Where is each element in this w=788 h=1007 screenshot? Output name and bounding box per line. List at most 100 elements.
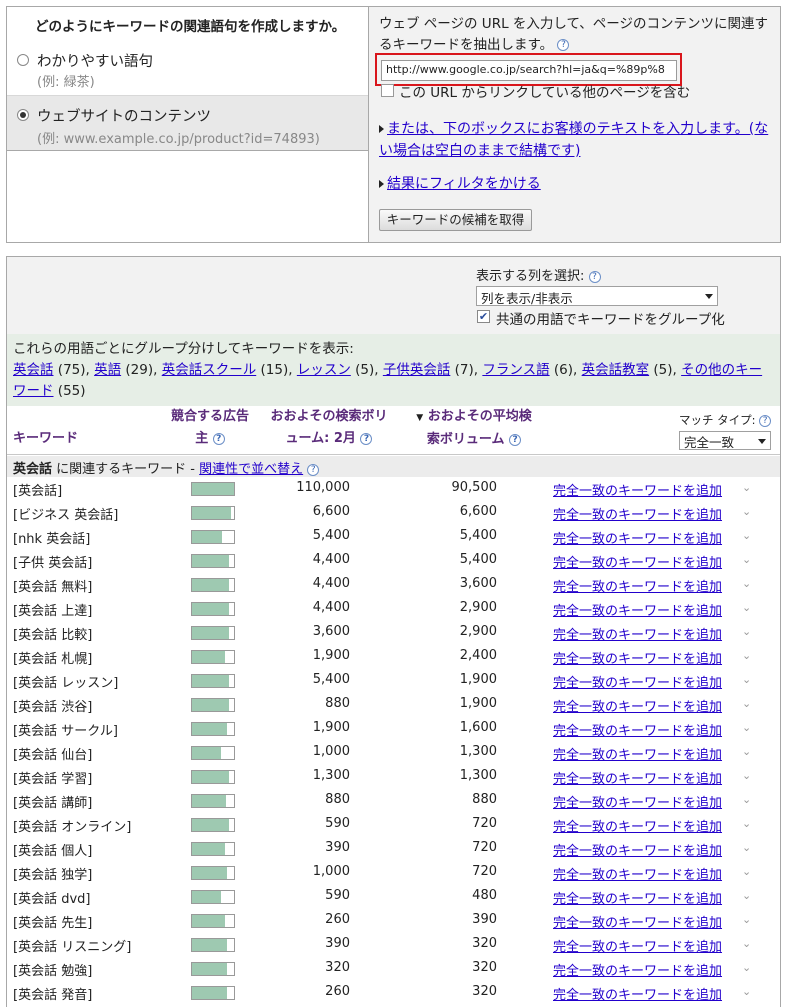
add-exact-keyword-link[interactable]: 完全一致のキーワードを追加 xyxy=(553,576,722,595)
add-exact-keyword-link[interactable]: 完全一致のキーワードを追加 xyxy=(553,792,722,811)
group-terms-list: 英会話 (75), 英語 (29), 英会話スクール (15), レッスン (5… xyxy=(13,362,763,399)
chevron-down-icon[interactable]: ⌄ xyxy=(742,625,751,638)
help-icon[interactable]: ? xyxy=(759,414,772,427)
group-term-link[interactable]: 英会話教室 xyxy=(582,362,650,378)
competition-bar-fill xyxy=(192,723,227,735)
sort-by-relevance-link[interactable]: 関連性で並べ替え xyxy=(199,462,303,477)
help-icon[interactable]: ? xyxy=(588,270,601,283)
url-input[interactable]: http://www.google.co.jp/search?hl=ja&q=%… xyxy=(381,60,677,81)
chevron-down-icon[interactable]: ⌄ xyxy=(742,721,751,734)
radio-descriptive-words[interactable] xyxy=(17,54,29,66)
option-website-content-label: ウェブサイトのコンテンツ xyxy=(37,109,211,125)
chevron-down-icon[interactable]: ⌄ xyxy=(742,865,751,878)
add-exact-keyword-link[interactable]: 完全一致のキーワードを追加 xyxy=(553,840,722,859)
add-exact-keyword-link[interactable]: 完全一致のキーワードを追加 xyxy=(553,984,722,1003)
add-exact-keyword-link[interactable]: 完全一致のキーワードを追加 xyxy=(553,696,722,715)
option-descriptive-words[interactable]: わかりやすい語句 (例: 緑茶) xyxy=(7,43,368,97)
chevron-down-icon[interactable]: ⌄ xyxy=(742,793,751,806)
competition-bar-fill xyxy=(192,843,225,855)
chevron-down-icon[interactable]: ⌄ xyxy=(742,985,751,998)
add-exact-keyword-link[interactable]: 完全一致のキーワードを追加 xyxy=(553,600,722,619)
chevron-down-icon[interactable]: ⌄ xyxy=(742,505,751,518)
match-type-value: 完全一致 xyxy=(684,435,735,450)
add-exact-keyword-link[interactable]: 完全一致のキーワードを追加 xyxy=(553,528,722,547)
competition-column-header[interactable]: 競合する広告主 ? xyxy=(167,406,253,450)
columns-select[interactable]: 列を表示/非表示 xyxy=(476,286,718,306)
competition-bar xyxy=(191,578,235,592)
keyword-column-header[interactable]: キーワード xyxy=(13,428,93,450)
help-icon[interactable]: ? xyxy=(509,433,522,446)
group-term-link[interactable]: 子供英会話 xyxy=(383,362,451,378)
chevron-down-icon[interactable]: ⌄ xyxy=(742,769,751,782)
custom-text-link[interactable]: または、下のボックスにお客様のテキストを入力します。(ない場合は空白のままで結構… xyxy=(379,121,768,159)
match-type-select[interactable]: 完全一致 xyxy=(679,431,771,450)
keyword-cell: [英会話 無料] xyxy=(13,580,93,595)
chevron-down-icon[interactable]: ⌄ xyxy=(742,841,751,854)
competition-bar-fill xyxy=(192,555,229,567)
group-by-term-checkbox[interactable]: ✔ xyxy=(477,310,490,323)
group-term-link[interactable]: フランス語 xyxy=(482,362,549,378)
competition-bar-fill xyxy=(192,771,229,783)
chevron-down-icon[interactable]: ⌄ xyxy=(742,673,751,686)
add-exact-keyword-link[interactable]: 完全一致のキーワードを追加 xyxy=(553,816,722,835)
table-row: [英会話 無料] 4,400 3,600 完全一致のキーワードを追加 ⌄ xyxy=(7,573,780,597)
add-exact-keyword-link[interactable]: 完全一致のキーワードを追加 xyxy=(553,864,722,883)
help-icon[interactable]: ? xyxy=(557,39,570,51)
results-rows: [英会話] 110,000 90,500 完全一致のキーワードを追加 ⌄ [ビジネス 英会… xyxy=(7,477,780,1005)
global-volume-cell: 6,600 xyxy=(312,504,350,519)
local-volume-cell: 720 xyxy=(472,840,497,855)
add-exact-keyword-link[interactable]: 完全一致のキーワードを追加 xyxy=(553,504,722,523)
add-exact-keyword-link[interactable]: 完全一致のキーワードを追加 xyxy=(553,888,722,907)
chevron-down-icon[interactable]: ⌄ xyxy=(742,649,751,662)
group-term-link[interactable]: 英語 xyxy=(94,362,121,378)
chevron-down-icon[interactable]: ⌄ xyxy=(742,481,751,494)
include-linked-pages-checkbox[interactable] xyxy=(381,84,394,97)
add-exact-keyword-link[interactable]: 完全一致のキーワードを追加 xyxy=(553,768,722,787)
keyword-source-panel: どのようにキーワードの関連語句を作成しますか。 わかりやすい語句 (例: 緑茶)… xyxy=(6,6,781,243)
chevron-down-icon[interactable]: ⌄ xyxy=(742,577,751,590)
add-exact-keyword-link[interactable]: 完全一致のキーワードを追加 xyxy=(553,960,722,979)
group-term-link[interactable]: 英会話スクール xyxy=(162,362,257,378)
add-exact-keyword-link[interactable]: 完全一致のキーワードを追加 xyxy=(553,720,722,739)
add-exact-keyword-link[interactable]: 完全一致のキーワードを追加 xyxy=(553,624,722,643)
table-row: [英会話 勉強] 320 320 完全一致のキーワードを追加 ⌄ xyxy=(7,957,780,981)
chevron-down-icon[interactable]: ⌄ xyxy=(742,913,751,926)
filter-results-link[interactable]: 結果にフィルタをかける xyxy=(387,176,541,192)
chevron-down-icon[interactable]: ⌄ xyxy=(742,745,751,758)
chevron-down-icon[interactable]: ⌄ xyxy=(742,601,751,614)
help-icon[interactable]: ? xyxy=(307,463,320,476)
help-icon[interactable]: ? xyxy=(360,432,373,445)
chevron-down-icon[interactable]: ⌄ xyxy=(742,529,751,542)
chevron-down-icon[interactable]: ⌄ xyxy=(742,937,751,950)
add-exact-keyword-link[interactable]: 完全一致のキーワードを追加 xyxy=(553,936,722,955)
local-volume-column-header[interactable]: ▼ おおよその平均検索ボリューム ? xyxy=(411,406,537,451)
option-website-content[interactable]: ウェブサイトのコンテンツ (例: www.example.co.jp/produ… xyxy=(7,95,368,151)
add-exact-keyword-link[interactable]: 完全一致のキーワードを追加 xyxy=(553,672,722,691)
filter-expander[interactable]: 結果にフィルタをかける xyxy=(379,173,541,193)
add-exact-keyword-link[interactable]: 完全一致のキーワードを追加 xyxy=(553,480,722,499)
help-icon[interactable]: ? xyxy=(212,432,225,445)
group-term-count: (15) xyxy=(260,362,289,378)
add-exact-keyword-link[interactable]: 完全一致のキーワードを追加 xyxy=(553,648,722,667)
chevron-down-icon[interactable]: ⌄ xyxy=(742,553,751,566)
table-row: [子供 英会話] 4,400 5,400 完全一致のキーワードを追加 ⌄ xyxy=(7,549,780,573)
group-term-link[interactable]: レッスン xyxy=(297,362,351,378)
global-volume-column-header[interactable]: おおよその検索ボリューム: 2月 ? xyxy=(269,406,389,450)
add-exact-keyword-link[interactable]: 完全一致のキーワードを追加 xyxy=(553,744,722,763)
add-exact-keyword-link[interactable]: 完全一致のキーワードを追加 xyxy=(553,912,722,931)
group-term-count: (5) xyxy=(653,362,673,378)
custom-text-expander[interactable]: または、下のボックスにお客様のテキストを入力します。(ない場合は空白のままで結構… xyxy=(379,118,769,162)
chevron-down-icon[interactable]: ⌄ xyxy=(742,697,751,710)
table-row: [英会話 発音] 260 320 完全一致のキーワードを追加 ⌄ xyxy=(7,981,780,1005)
columns-select-label: 表示する列を選択: ? xyxy=(476,265,601,284)
competition-bar xyxy=(191,770,235,784)
group-term-link[interactable]: 英会話 xyxy=(13,362,54,378)
chevron-down-icon[interactable]: ⌄ xyxy=(742,889,751,902)
radio-website-content[interactable] xyxy=(17,109,29,121)
add-exact-keyword-link[interactable]: 完全一致のキーワードを追加 xyxy=(553,552,722,571)
chevron-down-icon[interactable]: ⌄ xyxy=(742,961,751,974)
local-volume-cell: 2,900 xyxy=(459,600,497,615)
get-keyword-ideas-button[interactable]: キーワードの候補を取得 xyxy=(379,209,532,231)
competition-bar-fill xyxy=(192,483,234,495)
chevron-down-icon[interactable]: ⌄ xyxy=(742,817,751,830)
